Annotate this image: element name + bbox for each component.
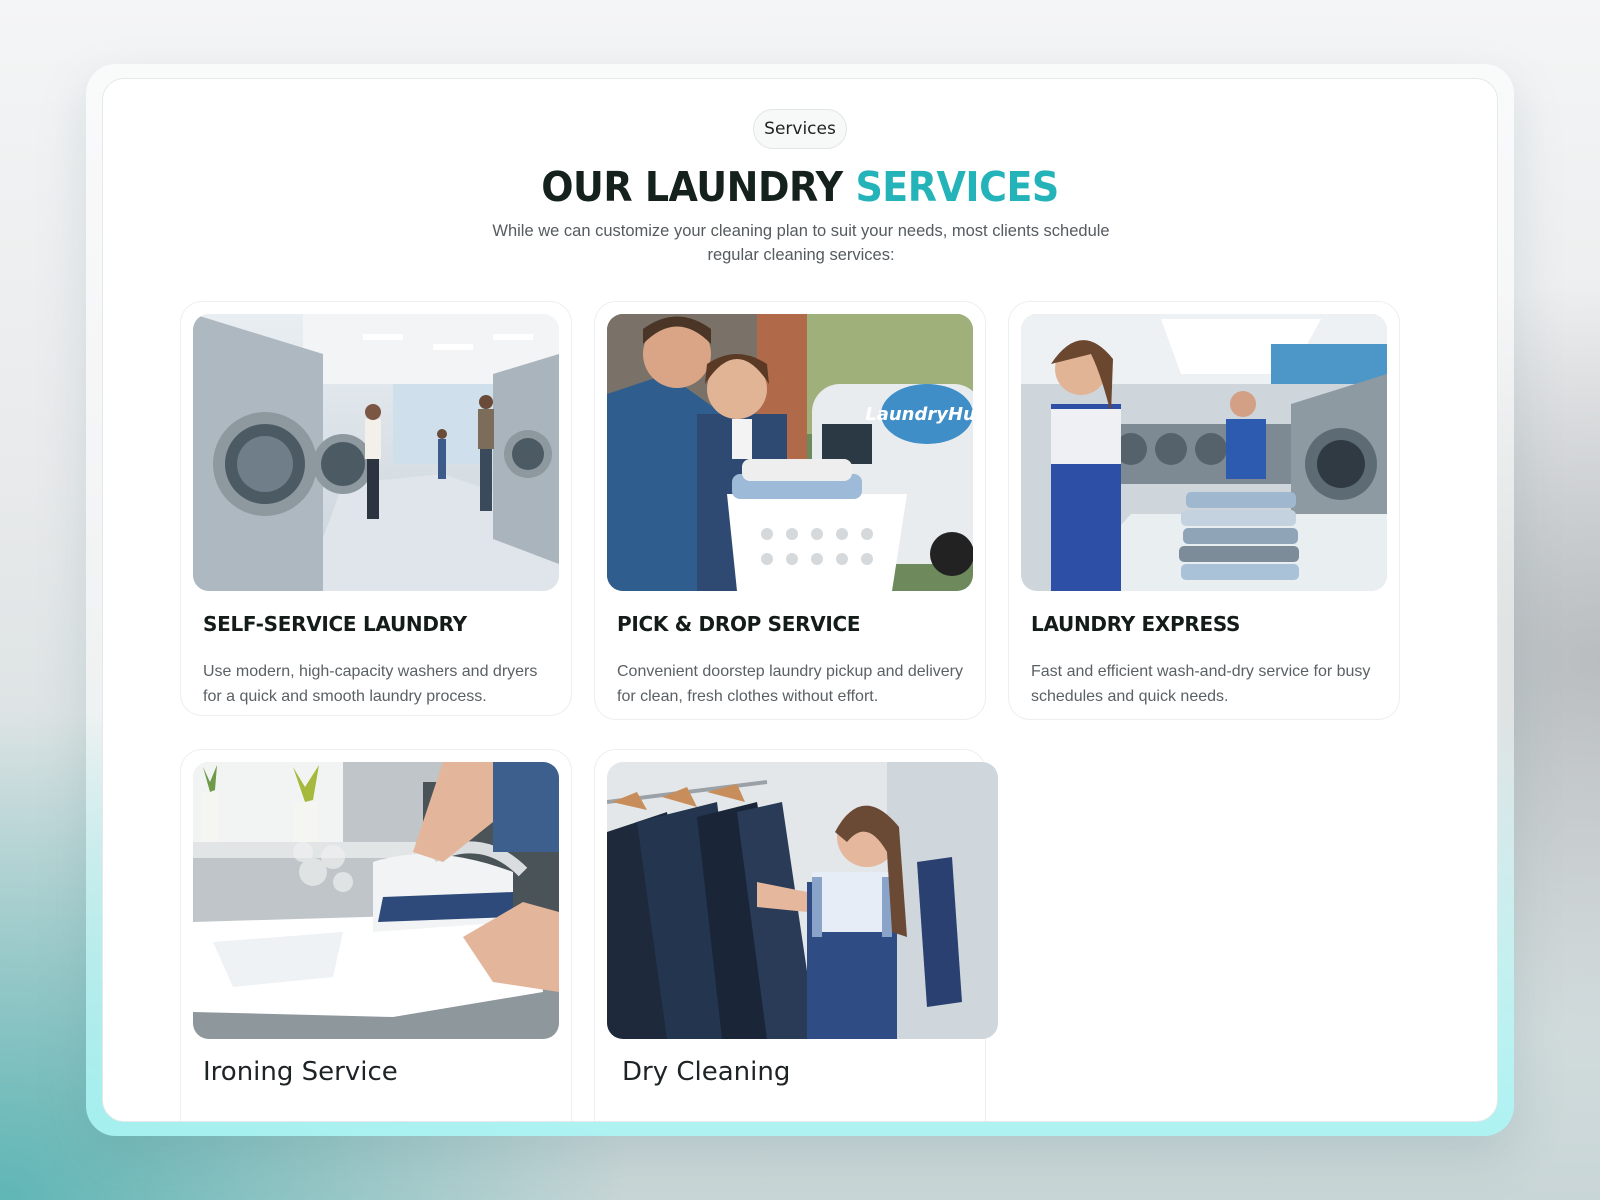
- dry-cleaning-photo: [607, 762, 998, 1039]
- service-card-self-service[interactable]: SELF-SERVICE LAUNDRY Use modern, high-ca…: [180, 301, 572, 716]
- service-card-express[interactable]: LAUNDRY EXPRESS Fast and efficient wash-…: [1008, 301, 1400, 720]
- card-title: Dry Cleaning: [622, 1057, 791, 1087]
- card-title: SELF-SERVICE LAUNDRY: [203, 612, 467, 636]
- van-logo-text: LaundryHub: [865, 404, 973, 425]
- section-heading: OUR LAUNDRY SERVICES: [103, 163, 1497, 211]
- services-section: Services OUR LAUNDRY SERVICES While we c…: [102, 78, 1498, 1122]
- ironing-photo: [193, 762, 559, 1039]
- card-title: Ironing Service: [203, 1057, 398, 1087]
- service-card-ironing[interactable]: Ironing Service: [180, 749, 572, 1121]
- card-description: Fast and efficient wash-and-dry service …: [1031, 663, 1371, 705]
- heading-part1: OUR LAUNDRY: [541, 163, 856, 211]
- card-title: PICK & DROP SERVICE: [617, 612, 861, 636]
- card-title: LAUNDRY EXPRESS: [1031, 612, 1241, 636]
- laundromat-photo: [193, 314, 559, 591]
- folding-clothes-photo: [1021, 314, 1387, 591]
- service-card-dry-cleaning[interactable]: Dry Cleaning: [594, 749, 998, 1121]
- heading-accent: SERVICES: [855, 163, 1059, 211]
- pickup-delivery-photo: LaundryHub: [607, 314, 973, 591]
- section-subtitle: While we can customize your cleaning pla…: [492, 222, 1110, 264]
- card-description: Convenient doorstep laundry pickup and d…: [617, 663, 963, 705]
- service-card-pick-drop[interactable]: LaundryHub PICK & DROP SERVICE Convenien…: [594, 301, 986, 720]
- services-badge: Services: [753, 109, 847, 149]
- card-description: Use modern, high-capacity washers and dr…: [203, 663, 538, 705]
